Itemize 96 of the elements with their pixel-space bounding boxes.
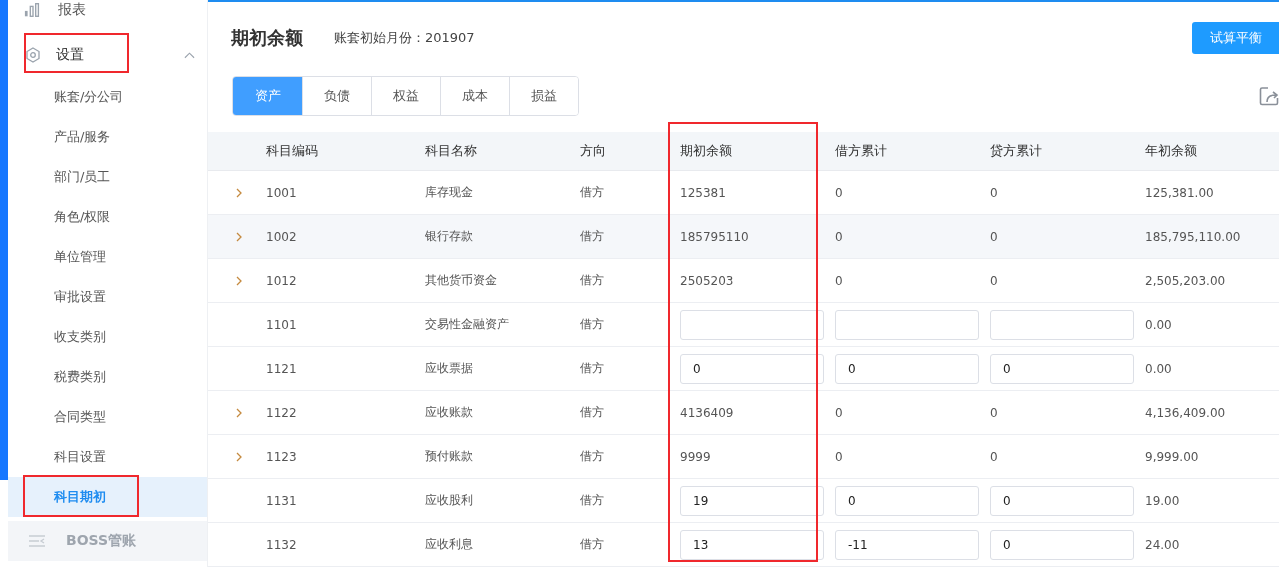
table-cell-text: 1131 [265, 493, 298, 508]
table-cell-text: 0 [989, 273, 999, 288]
table-cell-text: 0.00 [1144, 317, 1173, 332]
bar-chart-icon [24, 2, 42, 18]
tab[interactable]: 损益 [509, 77, 578, 115]
table-cell-text: 24.00 [1144, 537, 1181, 552]
table-cell-text: 0 [989, 449, 999, 464]
amount-input[interactable]: 0 [990, 529, 1134, 560]
table-cell-text: 0 [989, 405, 999, 420]
amount-input[interactable]: 0 [835, 353, 979, 384]
table-cell-text: 借方 [579, 448, 605, 465]
table-cell-text: 借方 [579, 184, 605, 201]
table-cell-text: 0 [834, 273, 844, 288]
table-cell-text: 借方 [579, 492, 605, 509]
table-cell-text: 1002 [265, 229, 298, 244]
nav-item[interactable]: 单位管理 [8, 237, 207, 277]
column-header: 科目名称 [424, 142, 478, 160]
column-header: 贷方累计 [989, 142, 1043, 160]
column-header: 借方累计 [834, 142, 888, 160]
table-cell-text: 185,795,110.00 [1144, 229, 1242, 244]
table-cell-text: 185795110 [679, 229, 750, 244]
table-cell-text: 4136409 [679, 405, 735, 420]
table-cell-text: 1132 [265, 537, 298, 552]
table-cell-text: 预付账款 [424, 448, 474, 465]
table-cell-text: 9,999.00 [1144, 449, 1200, 464]
table-cell-text: 0 [834, 229, 844, 244]
table-cell-text: 0 [989, 185, 999, 200]
amount-input[interactable]: 0 [990, 353, 1134, 384]
table-cell-text: 交易性金融资产 [424, 316, 510, 333]
table-cell-text: 借方 [579, 404, 605, 421]
table-cell-text: 借方 [579, 272, 605, 289]
amount-input[interactable] [680, 309, 824, 340]
export-icon[interactable] [1259, 86, 1279, 106]
expand-icon[interactable] [235, 186, 243, 199]
expand-icon[interactable] [235, 274, 243, 287]
table-cell-text: 1001 [265, 185, 298, 200]
amount-input[interactable]: 13 [680, 529, 824, 560]
amount-input[interactable] [990, 309, 1134, 340]
expand-icon[interactable] [235, 450, 243, 463]
chevron-icon [184, 51, 195, 59]
table-cell-text: 应收股利 [424, 492, 474, 509]
table-cell-text: 其他货币资金 [424, 272, 498, 289]
table-cell-text: 借方 [579, 360, 605, 377]
table-cell-text: 0.00 [1144, 361, 1173, 376]
nav-item[interactable]: 产品/服务 [8, 117, 207, 157]
nav-item[interactable]: 收支类别 [8, 317, 207, 357]
table-cell-text: 应收利息 [424, 536, 474, 553]
table-cell-text: 2505203 [679, 273, 735, 288]
table-cell-text: 0 [834, 405, 844, 420]
amount-input[interactable]: -11 [835, 529, 979, 560]
amount-input[interactable] [835, 309, 979, 340]
table-cell-text: 1121 [265, 361, 298, 376]
table-cell-text: 借方 [579, 536, 605, 553]
table-cell-text: 1122 [265, 405, 298, 420]
column-header: 年初余额 [1144, 142, 1198, 160]
nav-item[interactable]: 账套/分公司 [8, 77, 207, 117]
nav-item[interactable]: 部门/员工 [8, 157, 207, 197]
amount-input[interactable]: 0 [680, 353, 824, 384]
nav-item[interactable]: 合同类型 [8, 397, 207, 437]
table-cell-text: 库存现金 [424, 184, 474, 201]
table-row[interactable]: 1002 银行存款 借方 185795110 0 0 185,795,110.00 [208, 215, 1279, 259]
table-cell-text: 应收账款 [424, 404, 474, 421]
table-cell-text: 应收票据 [424, 360, 474, 377]
expand-icon[interactable] [235, 406, 243, 419]
menu-icon [28, 533, 46, 549]
table-cell-text: 125,381.00 [1144, 185, 1215, 200]
start-month-text: 账套初始月份：201907 [334, 29, 475, 47]
table-cell-text: 2,505,203.00 [1144, 273, 1227, 288]
table-cell-text: 0 [834, 185, 844, 200]
amount-input[interactable]: 0 [990, 485, 1134, 516]
table-cell-text: 19.00 [1144, 493, 1181, 508]
hexagon-gear-icon [24, 47, 42, 63]
table-cell-text: 1123 [265, 449, 298, 464]
table-cell-text: 1101 [265, 317, 298, 332]
column-header: 期初余额 [679, 142, 733, 160]
table-cell-text: 借方 [579, 316, 605, 333]
nav-item[interactable]: 报表 [8, 0, 207, 20]
nav-item[interactable]: 角色/权限 [8, 197, 207, 237]
table-cell-text: 4,136,409.00 [1144, 405, 1227, 420]
page-title: 期初余额 [231, 26, 303, 50]
amount-input[interactable]: 19 [680, 485, 824, 516]
column-header: 方向 [579, 142, 607, 160]
nav-item[interactable]: 科目设置 [8, 437, 207, 477]
table-cell-text: 125381 [679, 185, 727, 200]
expand-icon[interactable] [235, 230, 243, 243]
table-cell-text: 0 [989, 229, 999, 244]
nav-item[interactable]: 审批设置 [8, 277, 207, 317]
table-cell-text: 9999 [679, 449, 712, 464]
table-cell-text: 借方 [579, 228, 605, 245]
amount-input[interactable]: 0 [835, 485, 979, 516]
table-cell-text: 银行存款 [424, 228, 474, 245]
table-cell-text: 1012 [265, 273, 298, 288]
nav-item[interactable]: 税费类别 [8, 357, 207, 397]
table-cell-text: 0 [834, 449, 844, 464]
settings-menu[interactable]: 设置 [8, 33, 207, 77]
column-header: 科目编码 [265, 142, 319, 160]
